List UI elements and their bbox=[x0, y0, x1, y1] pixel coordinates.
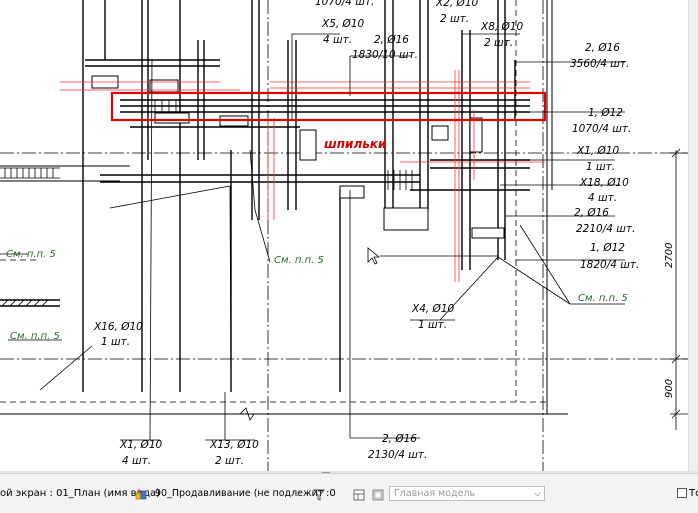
label-top-cut: 1070/4 шт. bbox=[315, 0, 374, 8]
label-x1-right-mark: X1, Ø10 bbox=[576, 145, 619, 157]
label-see-note-lower-left: См. п.п. 5 bbox=[10, 331, 60, 342]
label-x8-qty: 2 шт. bbox=[484, 37, 513, 49]
label-x4-mark: X4, Ø10 bbox=[411, 303, 454, 315]
label-bar2-mid-len: 2210/4 шт. bbox=[576, 223, 635, 235]
label-bar2-bottom-len: 2130/4 шт. bbox=[368, 449, 427, 461]
cursor-icon bbox=[367, 247, 381, 265]
label-bar1-len: 1070/4 шт. bbox=[572, 123, 631, 135]
label-x2-mark: X2, Ø10 bbox=[435, 0, 478, 9]
model-dropdown[interactable]: Главная модель ⌵ bbox=[389, 486, 545, 501]
label-x18-mark: X18, Ø10 bbox=[579, 177, 629, 189]
status-bar: ой экран : 01_План (имя вида) 90_Продавл… bbox=[0, 473, 698, 513]
label-x8-mark: X8, Ø10 bbox=[480, 21, 523, 33]
drawing-svg[interactable]: 1070/4 шт. X2, Ø10 2 шт. X5, Ø10 4 шт. X… bbox=[0, 0, 688, 471]
chevron-down-icon: ⌵ bbox=[534, 489, 541, 499]
label-x16-qty: 1 шт. bbox=[101, 336, 130, 348]
model-icon[interactable] bbox=[371, 487, 385, 501]
label-x5-qty: 4 шт. bbox=[323, 34, 352, 46]
label-x1-bottom-qty: 4 шт. bbox=[122, 455, 151, 467]
workset-dropdown[interactable]: 90_Продавливание (не подлежит ⌵ bbox=[151, 486, 323, 501]
label-x5-mark: X5, Ø10 bbox=[321, 18, 364, 30]
label-x13-mark: X13, Ø10 bbox=[209, 439, 259, 451]
filter-count: :0 bbox=[326, 488, 336, 499]
label-bar1-mid-len: 1820/4 шт. bbox=[580, 259, 639, 271]
label-see-note-center: См. п.п. 5 bbox=[274, 255, 324, 266]
vertical-scrollbar[interactable] bbox=[688, 0, 698, 471]
label-see-note-left: См. п.п. 5 bbox=[6, 249, 56, 260]
label-x4-qty: 1 шт. bbox=[418, 319, 447, 331]
model-dropdown-value: Главная модель bbox=[394, 488, 476, 499]
label-see-note-right: См. п.п. 5 bbox=[578, 293, 628, 304]
chevron-down-icon: ⌵ bbox=[294, 489, 301, 499]
checkbox-label: То bbox=[689, 488, 698, 499]
drawing-canvas[interactable]: 1070/4 шт. X2, Ø10 2 шт. X5, Ø10 4 шт. X… bbox=[0, 0, 698, 471]
label-x2-qty: 2 шт. bbox=[440, 13, 469, 25]
label-x1-bottom-mark: X1, Ø10 bbox=[119, 439, 162, 451]
label-bar2-top-mark: 2, Ø16 bbox=[374, 34, 409, 46]
label-x16-mark: X16, Ø10 bbox=[93, 321, 143, 333]
label-x1-right-qty: 1 шт. bbox=[586, 161, 615, 173]
workset-icon[interactable] bbox=[134, 487, 148, 501]
exclude-checkbox[interactable] bbox=[677, 488, 687, 498]
dimension-900: 900 bbox=[664, 379, 675, 398]
label-bar2-right-mark: 2, Ø16 bbox=[585, 42, 620, 54]
label-bar1-mid-mark: 1, Ø12 bbox=[590, 242, 625, 254]
design-options-icon[interactable] bbox=[352, 487, 366, 501]
label-bar1-mark: 1, Ø12 bbox=[588, 107, 623, 119]
filter-icon[interactable] bbox=[312, 487, 326, 501]
label-bar2-top-len: 1830/10 шт. bbox=[352, 49, 418, 61]
label-studs: шпильки bbox=[324, 137, 387, 151]
label-x18-qty: 4 шт. bbox=[588, 192, 617, 204]
label-bar2-mid-mark: 2, Ø16 bbox=[574, 207, 609, 219]
label-x13-qty: 2 шт. bbox=[215, 455, 244, 467]
label-bar2-right-len: 3560/4 шт. bbox=[570, 58, 629, 70]
dimension-2700: 2700 bbox=[664, 243, 675, 268]
label-bar2-bottom-mark: 2, Ø16 bbox=[382, 433, 417, 445]
